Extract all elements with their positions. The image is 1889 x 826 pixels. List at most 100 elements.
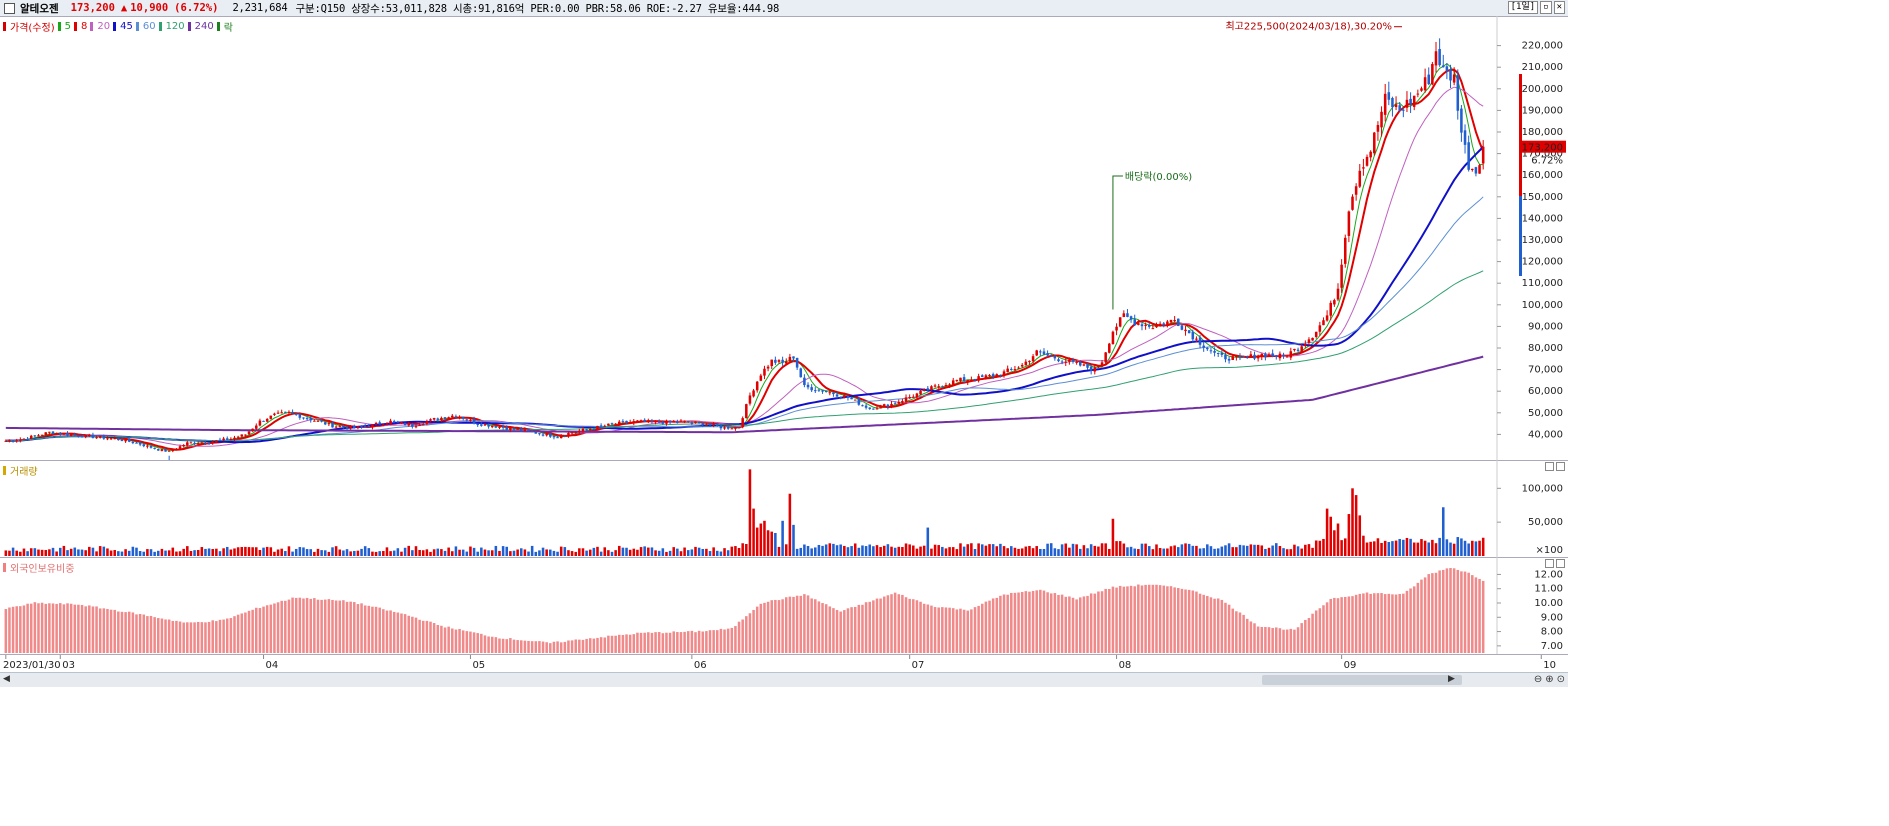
foreign-bar [4,609,8,653]
volume-bar [109,550,113,556]
volume-bar [879,547,882,556]
foreign-bar [313,598,316,653]
volume-bar [345,549,349,556]
volume-bar [683,547,686,556]
zoom-reset-icon[interactable]: ⊙ [1557,674,1565,685]
scroll-bar[interactable]: ◀ ▶ ⊖ ⊕ ⊙ [0,672,1568,687]
candle-body [1380,111,1383,128]
volume-bar [414,546,418,556]
volume-bar [215,548,218,556]
zoom-in-icon[interactable]: ⊕ [1545,674,1553,685]
scroll-thumb[interactable] [1262,675,1462,685]
candle-body [429,419,432,421]
foreign-bar [599,637,603,653]
stock-name[interactable]: 알테오젠 [20,1,59,16]
volume-bar [44,549,48,556]
candle-body [563,435,567,437]
foreign-bar [716,630,719,653]
foreign-bar [1452,568,1456,653]
volume-bar [131,546,135,556]
candle-body [1006,368,1009,372]
foreign-bar [1209,597,1213,653]
volume-bar [247,547,251,556]
price-chart[interactable]: 40,000 50,000 60,000 70,000 80,000 90,000 100,… [0,16,1568,460]
foreign-bar [432,623,436,653]
close-icon[interactable]: ✕ [1553,1,1565,14]
price-tick-label: 90,000 [1528,321,1563,332]
scroll-left-icon[interactable]: ◀ [3,674,10,684]
volume-bar [1420,539,1423,556]
foreign-tick-label: 10.00 [1534,598,1563,609]
volume-bar [1144,543,1147,556]
candle-body [8,440,11,442]
volume-bar [933,544,937,556]
foreign-bar [1304,619,1307,653]
price-tick-label: 140,000 [1522,213,1563,224]
volume-bar [1158,548,1162,556]
volume-bar [922,545,926,556]
volume-bar [752,508,755,556]
minimize-icon[interactable]: ▫ [1540,1,1552,14]
foreign-bar [552,641,556,653]
select-checkbox[interactable] [4,2,15,14]
volume-bar [567,550,570,556]
candle-body [999,374,1002,376]
volume-bar [1020,548,1024,556]
candle-body [1333,300,1336,305]
volume-bar [66,550,69,556]
candle-body [1449,69,1452,81]
candle-body [882,404,886,406]
foreign-bar [102,608,106,653]
candle-body [1278,353,1282,359]
candle-body [763,368,766,376]
period-button[interactable]: [1일] [1507,1,1539,14]
zoom-out-icon[interactable]: ⊖ [1534,674,1542,685]
volume-bar [770,531,773,556]
foreign-bar [1129,585,1133,653]
volume-bar [69,548,73,556]
foreign-bar [1013,592,1017,653]
foreign-bar [922,603,926,653]
volume-bar [1231,547,1234,556]
candle-body [1104,352,1107,363]
foreign-bar [904,597,908,653]
candle-body [80,436,84,438]
volume-bar [948,547,951,556]
volume-bar [636,549,639,556]
foreign-bar [1358,593,1362,653]
candle-body [505,427,509,430]
candle-body [933,385,937,387]
candle-body [1402,109,1405,111]
volume-bar [512,550,516,556]
foreign-bar [1296,627,1300,653]
candle-body [937,386,940,388]
candle-body [1166,321,1169,326]
foreign-bar [1343,596,1347,653]
volume-bar [1278,546,1282,556]
volume-bar [367,548,371,556]
volume-bar [1227,543,1231,556]
candle-body [1253,354,1256,359]
foreign-ownership-chart[interactable]: 7.00 8.00 9.00 10.00 11.00 12.00 [0,557,1568,654]
volume-bar [356,550,360,556]
candle-body [22,438,26,440]
volume-bar [51,547,55,556]
volume-bar [1412,542,1416,556]
foreign-bar [1147,584,1151,653]
candle-body [897,401,901,404]
volume-bar [1333,530,1336,556]
foreign-bar [741,619,744,653]
volume-chart[interactable]: 50,000 100,000 ×100 [0,460,1568,557]
foreign-bar [378,607,381,653]
candle-body [294,413,298,415]
foreign-bar [360,603,363,653]
volume-bar [91,547,95,556]
scroll-right-icon[interactable]: ▶ [1448,674,1455,684]
candle-body [632,421,636,423]
foreign-bar [48,603,51,653]
candle-body [1416,93,1420,95]
volume-bar [19,551,22,556]
volume-bar [160,548,164,556]
foreign-bar [280,600,283,653]
volume-bar [897,546,901,556]
